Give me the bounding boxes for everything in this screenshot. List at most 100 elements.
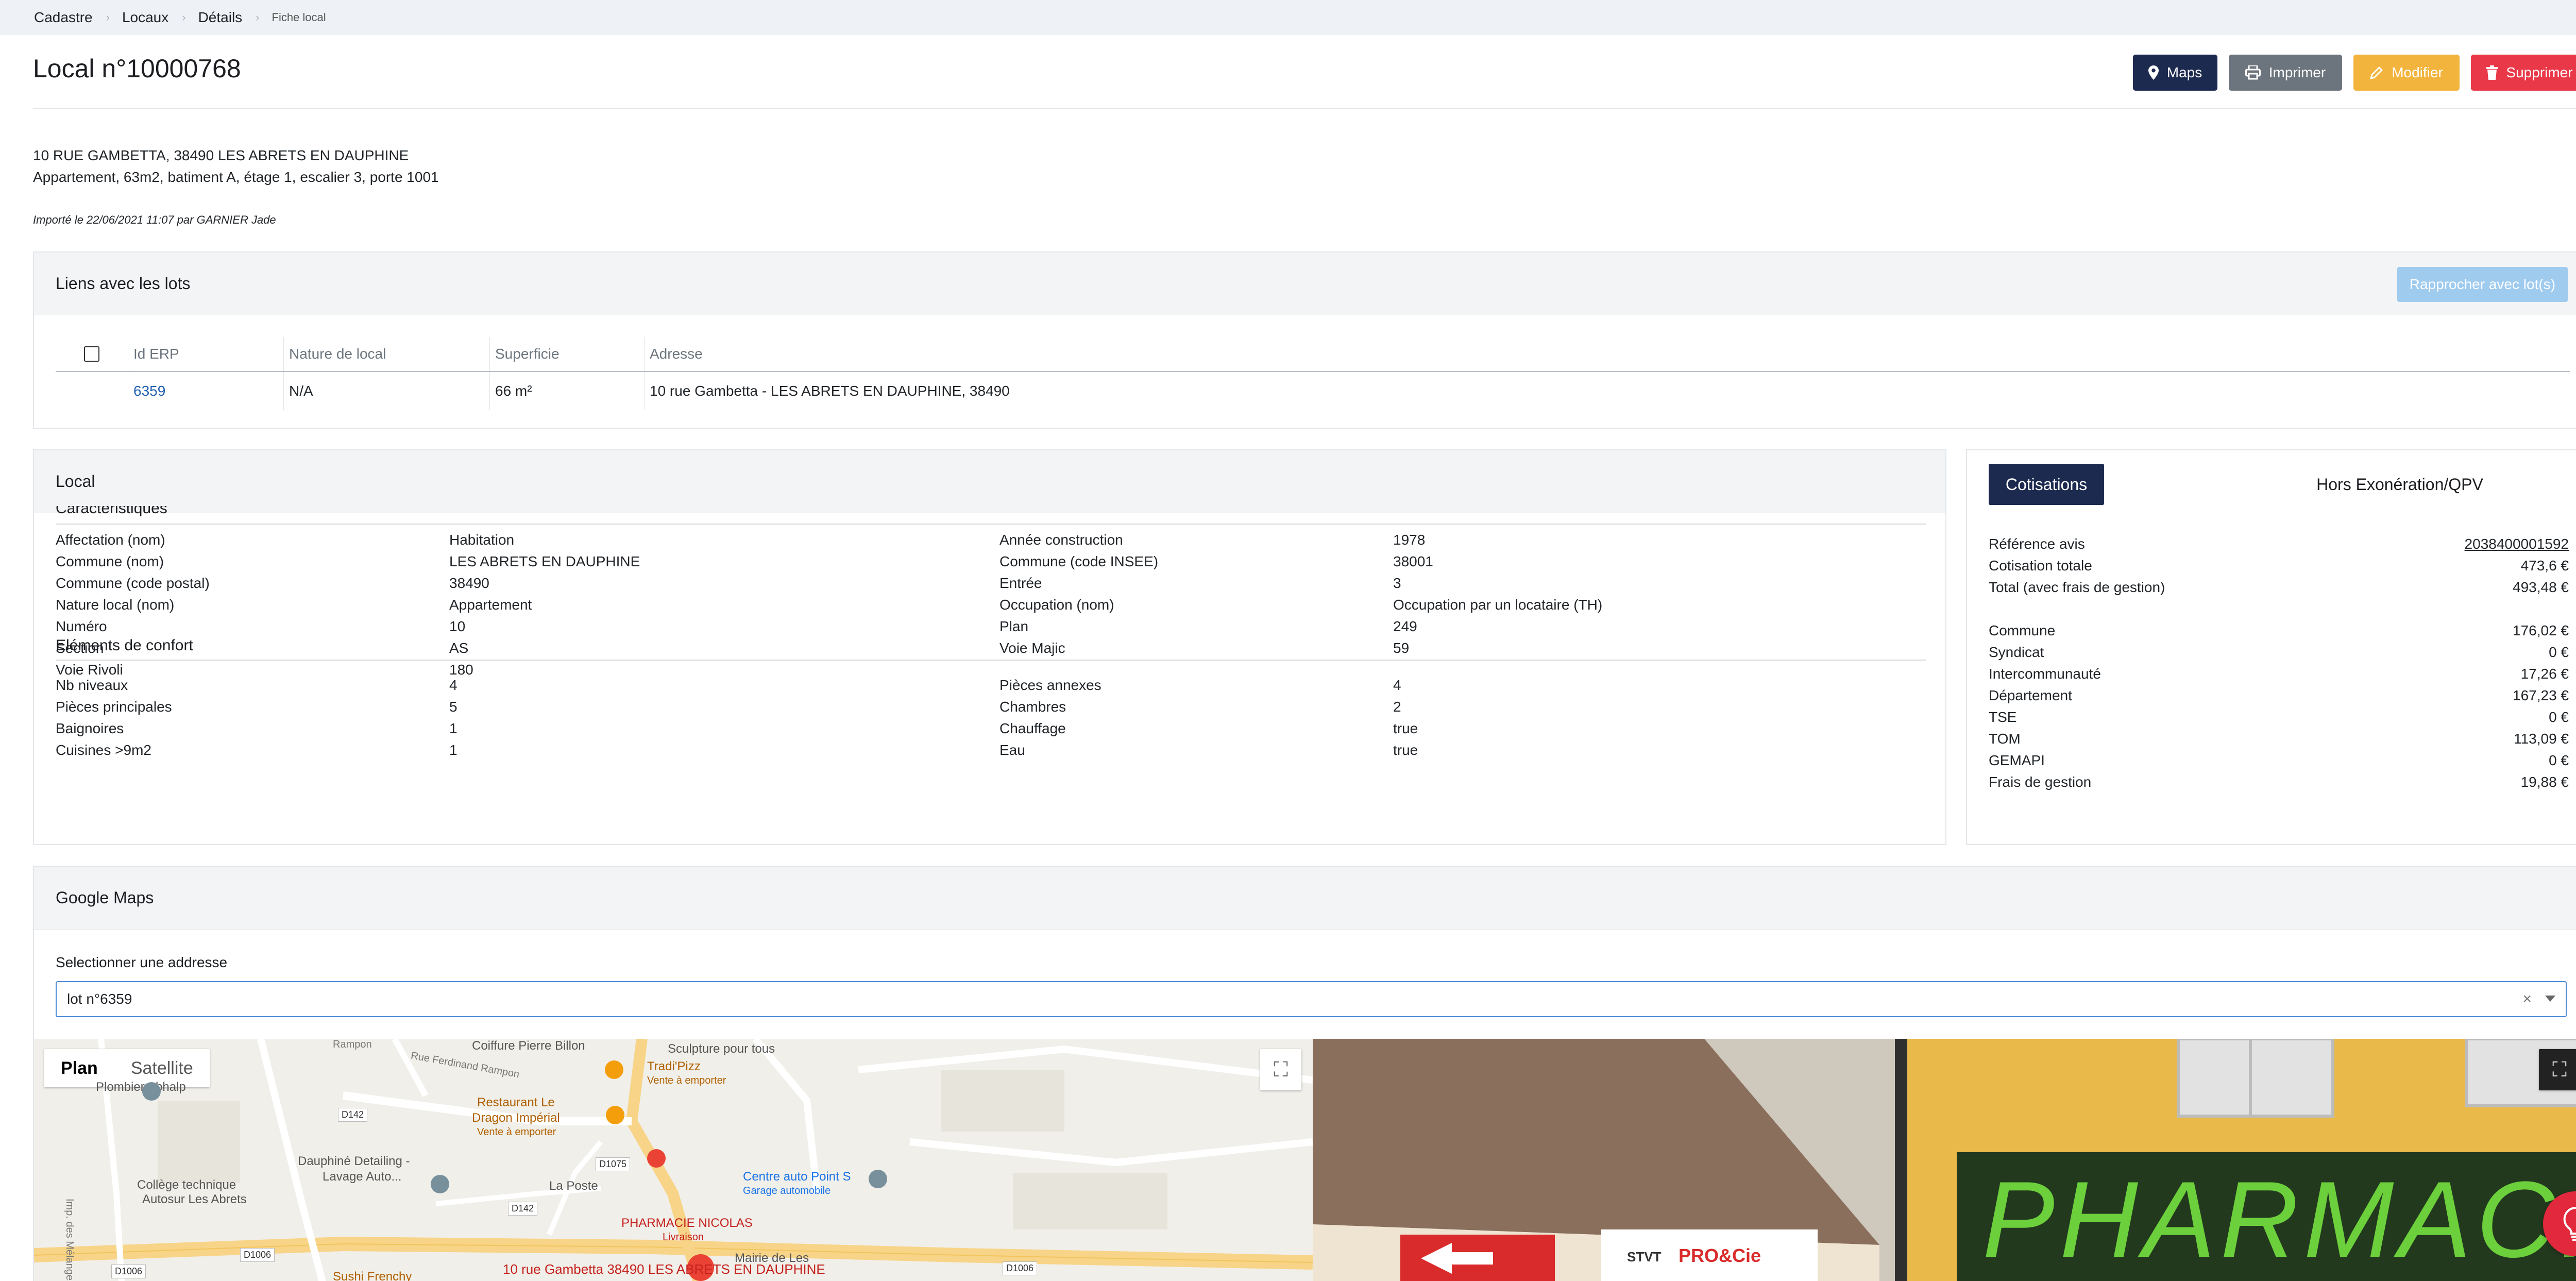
action-toolbar: Maps Imprimer Modifier Supprimer [2133,55,2576,91]
field-value: 4 [449,677,457,693]
google-map[interactable]: Plan Satellite ⛶ Coiffure Pierre Billon … [34,1039,1313,1281]
field-label: Année construction [999,532,1123,548]
cotisation-value: 113,09 € [2514,731,2569,747]
column-header-superficie[interactable]: Superficie [489,337,644,371]
tab-cotisations[interactable]: Cotisations [1989,464,2104,505]
field-value: 5 [449,699,457,715]
cotisations-card: Cotisations Hors Exonération/QPV Référen… [1966,449,2576,845]
cotisation-label: Frais de gestion [1989,774,2092,790]
chevron-right-icon: › [256,11,260,24]
maps-button[interactable]: Maps [2133,55,2217,91]
field-value: 180 [449,662,473,678]
map-label: Rampon [333,1039,372,1050]
chevron-down-icon[interactable] [2545,996,2555,1002]
field-value: 38001 [1393,553,1433,569]
shop-pin-icon[interactable] [647,1149,666,1168]
clear-icon[interactable]: × [2522,990,2532,1008]
title-divider [33,108,2576,109]
road-badge: D142 [508,1202,538,1216]
chevron-right-icon: › [106,11,110,24]
tab-hors-exoneration[interactable]: Hors Exonération/QPV [2292,464,2508,505]
cotisation-label: TSE [1989,709,2017,725]
street-view-fullscreen-icon[interactable]: ⛶ [2539,1049,2576,1090]
cotisation-label: Intercommunauté [1989,666,2101,682]
cotisation-value: 0 € [2549,709,2569,725]
address-select[interactable]: lot n°6359 × [56,981,2567,1017]
trash-icon [2486,65,2498,80]
field-value: 10 [449,618,466,634]
column-header-nature[interactable]: Nature de local [283,337,489,371]
column-header-id-erp[interactable]: Id ERP [128,337,283,371]
breadcrumb-item-details[interactable]: Détails [198,9,243,26]
road-badge: D1006 [1003,1261,1038,1275]
edit-button[interactable]: Modifier [2353,55,2460,91]
delete-button[interactable]: Supprimer [2471,55,2576,91]
cotisation-value[interactable]: 2038400001592 [2465,536,2569,552]
field-value: 1 [449,742,457,758]
field-label: Occupation (nom) [999,597,1114,613]
local-description: Appartement, 63m2, batiment A, étage 1, … [33,169,439,185]
lots-card: Liens avec les lots Rapprocher avec lot(… [33,251,2576,429]
cotisation-value: 493,48 € [2513,579,2569,595]
cotisation-value: 473,6 € [2520,558,2569,574]
caracteristiques-title: Caractéristiques [56,506,1926,525]
rapprocher-button[interactable]: Rapprocher avec lot(s) [2397,267,2568,302]
field-label: Voie Rivoli [56,662,123,678]
cotisation-label: Total (avec frais de gestion) [1989,579,2165,595]
cotisation-label: Syndicat [1989,644,2044,660]
cotisation-value: 167,23 € [2513,687,2569,703]
address-select-value: lot n°6359 [67,991,132,1007]
cotisation-value: 17,26 € [2520,666,2569,682]
map-label: Imp. des Mélanges [64,1199,75,1281]
restaurant-pin-icon[interactable] [605,1060,623,1079]
map-label: Collège technique [137,1178,236,1192]
map-label: Dragon Impérial [472,1111,560,1125]
cotisation-value: 19,88 € [2520,774,2569,790]
field-label: Plan [999,618,1029,634]
google-maps-title: Google Maps [34,867,2576,930]
field-label: Affectation (nom) [56,532,165,548]
lots-card-title: Liens avec les lots [34,252,2576,315]
map-label: Dauphiné Detailing - [298,1154,410,1168]
field-label: Commune (nom) [56,553,164,569]
import-info: Importé le 22/06/2021 11:07 par GARNIER … [33,213,276,226]
lightbulb-icon [2563,1206,2576,1241]
cotisation-value: 176,02 € [2513,622,2569,638]
local-address: 10 RUE GAMBETTA, 38490 LES ABRETS EN DAU… [33,147,409,163]
service-pin-icon[interactable] [869,1170,887,1188]
service-pin-icon[interactable] [142,1082,161,1101]
column-header-adresse[interactable]: Adresse [644,337,2570,371]
field-label: Pièces principales [56,699,172,715]
select-all-checkbox[interactable] [84,346,99,362]
field-value: true [1393,742,1418,758]
lot-id-link[interactable]: 6359 [128,372,283,410]
breadcrumb: Cadastre › Locaux › Détails › Fiche loca… [0,0,2576,35]
road-badge: D1006 [111,1265,146,1278]
street-view-sign: PHARMACI [1982,1159,2576,1280]
print-button[interactable]: Imprimer [2229,55,2342,91]
print-button-label: Imprimer [2268,64,2326,80]
cotisation-row: Département 167,23 € [1989,687,2569,704]
delete-button-label: Supprimer [2506,64,2573,80]
field-label: Cuisines >9m2 [56,742,151,758]
cotisation-row: GEMAPI 0 € [1989,752,2569,769]
street-view-shop: PRO&Cie [1679,1245,1761,1266]
field-value: 1 [449,720,457,736]
breadcrumb-item-locaux[interactable]: Locaux [122,9,168,26]
map-label: Vente à emporter [647,1075,726,1086]
map-label: Livraison [663,1232,704,1243]
cotisation-row: Commune 176,02 € [1989,622,2569,639]
breadcrumb-item-cadastre[interactable]: Cadastre [34,9,93,26]
table-row: 6359 N/A 66 m² 10 rue Gambetta - LES ABR… [56,372,2570,410]
map-fullscreen-icon[interactable]: ⛶ [1260,1049,1301,1090]
cotisation-row: TSE 0 € [1989,709,2569,726]
field-value: true [1393,720,1418,736]
breadcrumb-item-current: Fiche local [272,11,326,24]
street-view[interactable]: PHARMACI PRO&Cie STVT ⛶ [1313,1039,2576,1281]
cotisation-row: Cotisation totale 473,6 € [1989,558,2569,574]
service-pin-icon[interactable] [431,1175,449,1193]
page-title: Local n°10000768 [33,54,241,83]
cotisation-row: Syndicat 0 € [1989,644,2569,661]
map-label: Garage automobile [743,1185,831,1196]
restaurant-pin-icon[interactable] [606,1106,624,1124]
